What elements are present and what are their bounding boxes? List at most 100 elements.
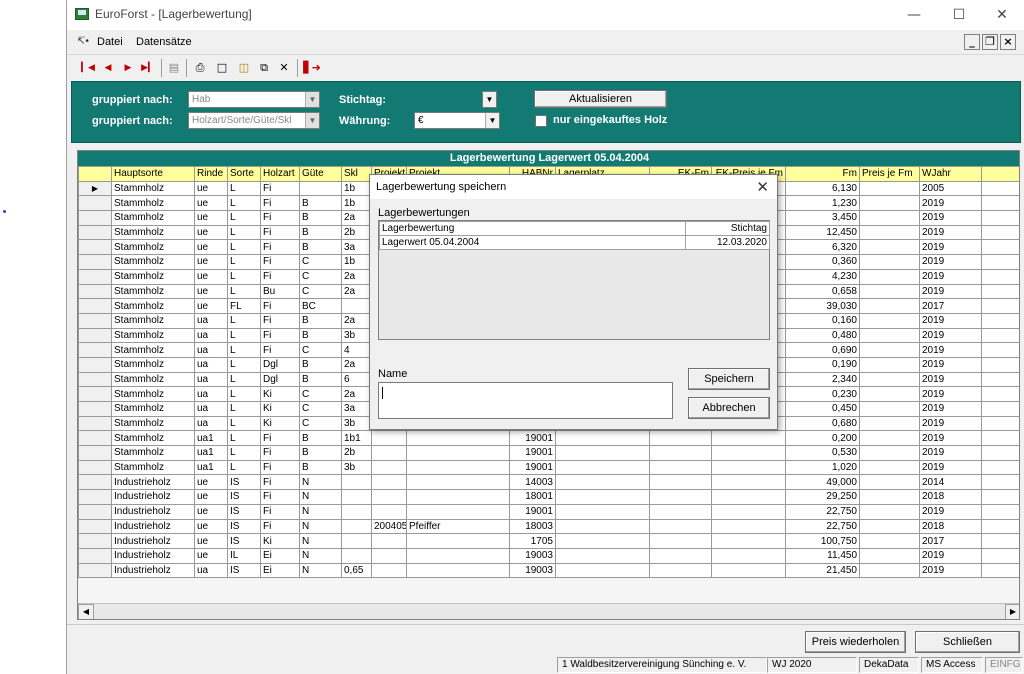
table-cell[interactable] [406,489,510,505]
table-cell[interactable] [406,503,510,520]
table-cell[interactable] [649,547,712,564]
table-cell[interactable] [981,342,1019,358]
table-cell[interactable] [859,283,920,300]
table-cell[interactable]: 3b [341,459,372,476]
table-cell[interactable]: 2019 [919,459,982,476]
table-cell[interactable]: Fi [260,430,300,447]
table-cell[interactable]: 3,450 [785,210,860,226]
table-cell[interactable]: Stammholz [111,356,195,373]
table-cell[interactable]: ue [194,180,228,197]
table-cell[interactable]: 2017 [919,298,982,314]
table-cell[interactable] [711,459,786,476]
table-cell[interactable] [649,459,712,476]
table-cell[interactable] [649,533,712,549]
table-cell[interactable]: B [299,430,342,447]
row-indicator[interactable] [78,401,112,417]
table-cell[interactable] [981,298,1019,314]
table-cell[interactable]: 2a [341,268,372,285]
horizontal-scrollbar[interactable]: ◀ ▶ [78,603,1019,619]
table-cell[interactable]: 19003 [509,562,556,579]
table-cell[interactable]: 2a [341,386,372,402]
column-header[interactable]: Fm [785,166,860,182]
table-cell[interactable]: C [299,415,342,432]
scroll-left-icon[interactable]: ◀ [78,604,94,619]
table-cell[interactable] [555,445,650,461]
table-cell[interactable]: L [227,312,261,329]
previous-record-icon[interactable]: ◀ [99,59,117,77]
table-cell[interactable] [371,474,407,491]
table-cell[interactable] [981,254,1019,270]
table-cell[interactable] [711,503,786,520]
table-cell[interactable] [859,195,920,212]
table-cell[interactable] [859,312,920,329]
table-cell[interactable] [859,298,920,314]
table-cell[interactable]: 19003 [509,547,556,564]
table-cell[interactable]: 1b1 [341,430,372,447]
table-cell[interactable]: 3a [341,401,372,417]
table-cell[interactable] [981,503,1019,520]
table-cell[interactable]: Fi [260,180,300,197]
table-cell[interactable] [981,474,1019,491]
table-cell[interactable] [711,445,786,461]
table-cell[interactable]: 3a [341,239,372,256]
table-cell[interactable]: Fi [260,503,300,520]
table-cell[interactable]: ue [194,224,228,241]
table-cell[interactable]: ua [194,356,228,373]
table-cell[interactable]: C [299,401,342,417]
table-cell[interactable]: B [299,210,342,226]
row-indicator[interactable] [78,195,112,212]
table-cell[interactable]: Ki [260,386,300,402]
table-cell[interactable]: 3b [341,415,372,432]
table-cell[interactable]: 21,450 [785,562,860,579]
table-cell[interactable]: 0,690 [785,342,860,358]
table-cell[interactable]: 100,750 [785,533,860,549]
table-cell[interactable]: L [227,459,261,476]
table-cell[interactable]: 2a [341,210,372,226]
table-cell[interactable] [341,518,372,535]
table-cell[interactable] [859,224,920,241]
row-indicator[interactable] [78,459,112,476]
table-cell[interactable]: 2019 [919,547,982,564]
valuations-list[interactable]: Lagerbewertung Stichtag Lagerwert 05.04.… [378,220,770,340]
table-cell[interactable]: 0,200 [785,430,860,447]
table-cell[interactable]: L [227,386,261,402]
row-indicator[interactable] [78,356,112,373]
mdi-minimize-button[interactable]: _ [964,34,980,50]
table-cell[interactable]: 6,130 [785,180,860,197]
row-indicator[interactable] [78,210,112,226]
table-cell[interactable] [859,445,920,461]
table-cell[interactable]: N [299,562,342,579]
table-cell[interactable] [981,430,1019,447]
table-cell[interactable]: L [227,327,261,344]
list-item[interactable]: Lagerwert 05.04.2004 12.03.2020 [379,235,770,250]
table-cell[interactable]: B [299,356,342,373]
close-button[interactable]: Schließen [915,631,1020,653]
table-cell[interactable]: 4,230 [785,268,860,285]
table-cell[interactable] [555,518,650,535]
table-cell[interactable]: FL [227,298,261,314]
table-cell[interactable] [859,474,920,491]
table-cell[interactable]: Stammholz [111,254,195,270]
table-cell[interactable]: Dgl [260,371,300,388]
table-cell[interactable] [341,547,372,564]
table-cell[interactable] [341,533,372,549]
column-header[interactable]: Skl [341,166,372,182]
table-cell[interactable]: Stammholz [111,224,195,241]
table-cell[interactable] [981,239,1019,256]
table-cell[interactable]: 29,250 [785,489,860,505]
table-cell[interactable]: ue [194,195,228,212]
table-cell[interactable]: L [227,195,261,212]
table-cell[interactable]: L [227,254,261,270]
table-cell[interactable]: ua [194,327,228,344]
row-indicator[interactable] [78,474,112,491]
table-cell[interactable]: 19001 [509,430,556,447]
table-cell[interactable]: Ki [260,533,300,549]
table-cell[interactable]: N [299,547,342,564]
table-cell[interactable]: IS [227,474,261,491]
table-cell[interactable]: 2019 [919,195,982,212]
table-cell[interactable]: ua [194,415,228,432]
table-cell[interactable]: Fi [260,210,300,226]
table-cell[interactable] [859,210,920,226]
next-record-icon[interactable]: ▶ [119,59,137,77]
delete-icon[interactable]: ✕ [275,59,293,77]
